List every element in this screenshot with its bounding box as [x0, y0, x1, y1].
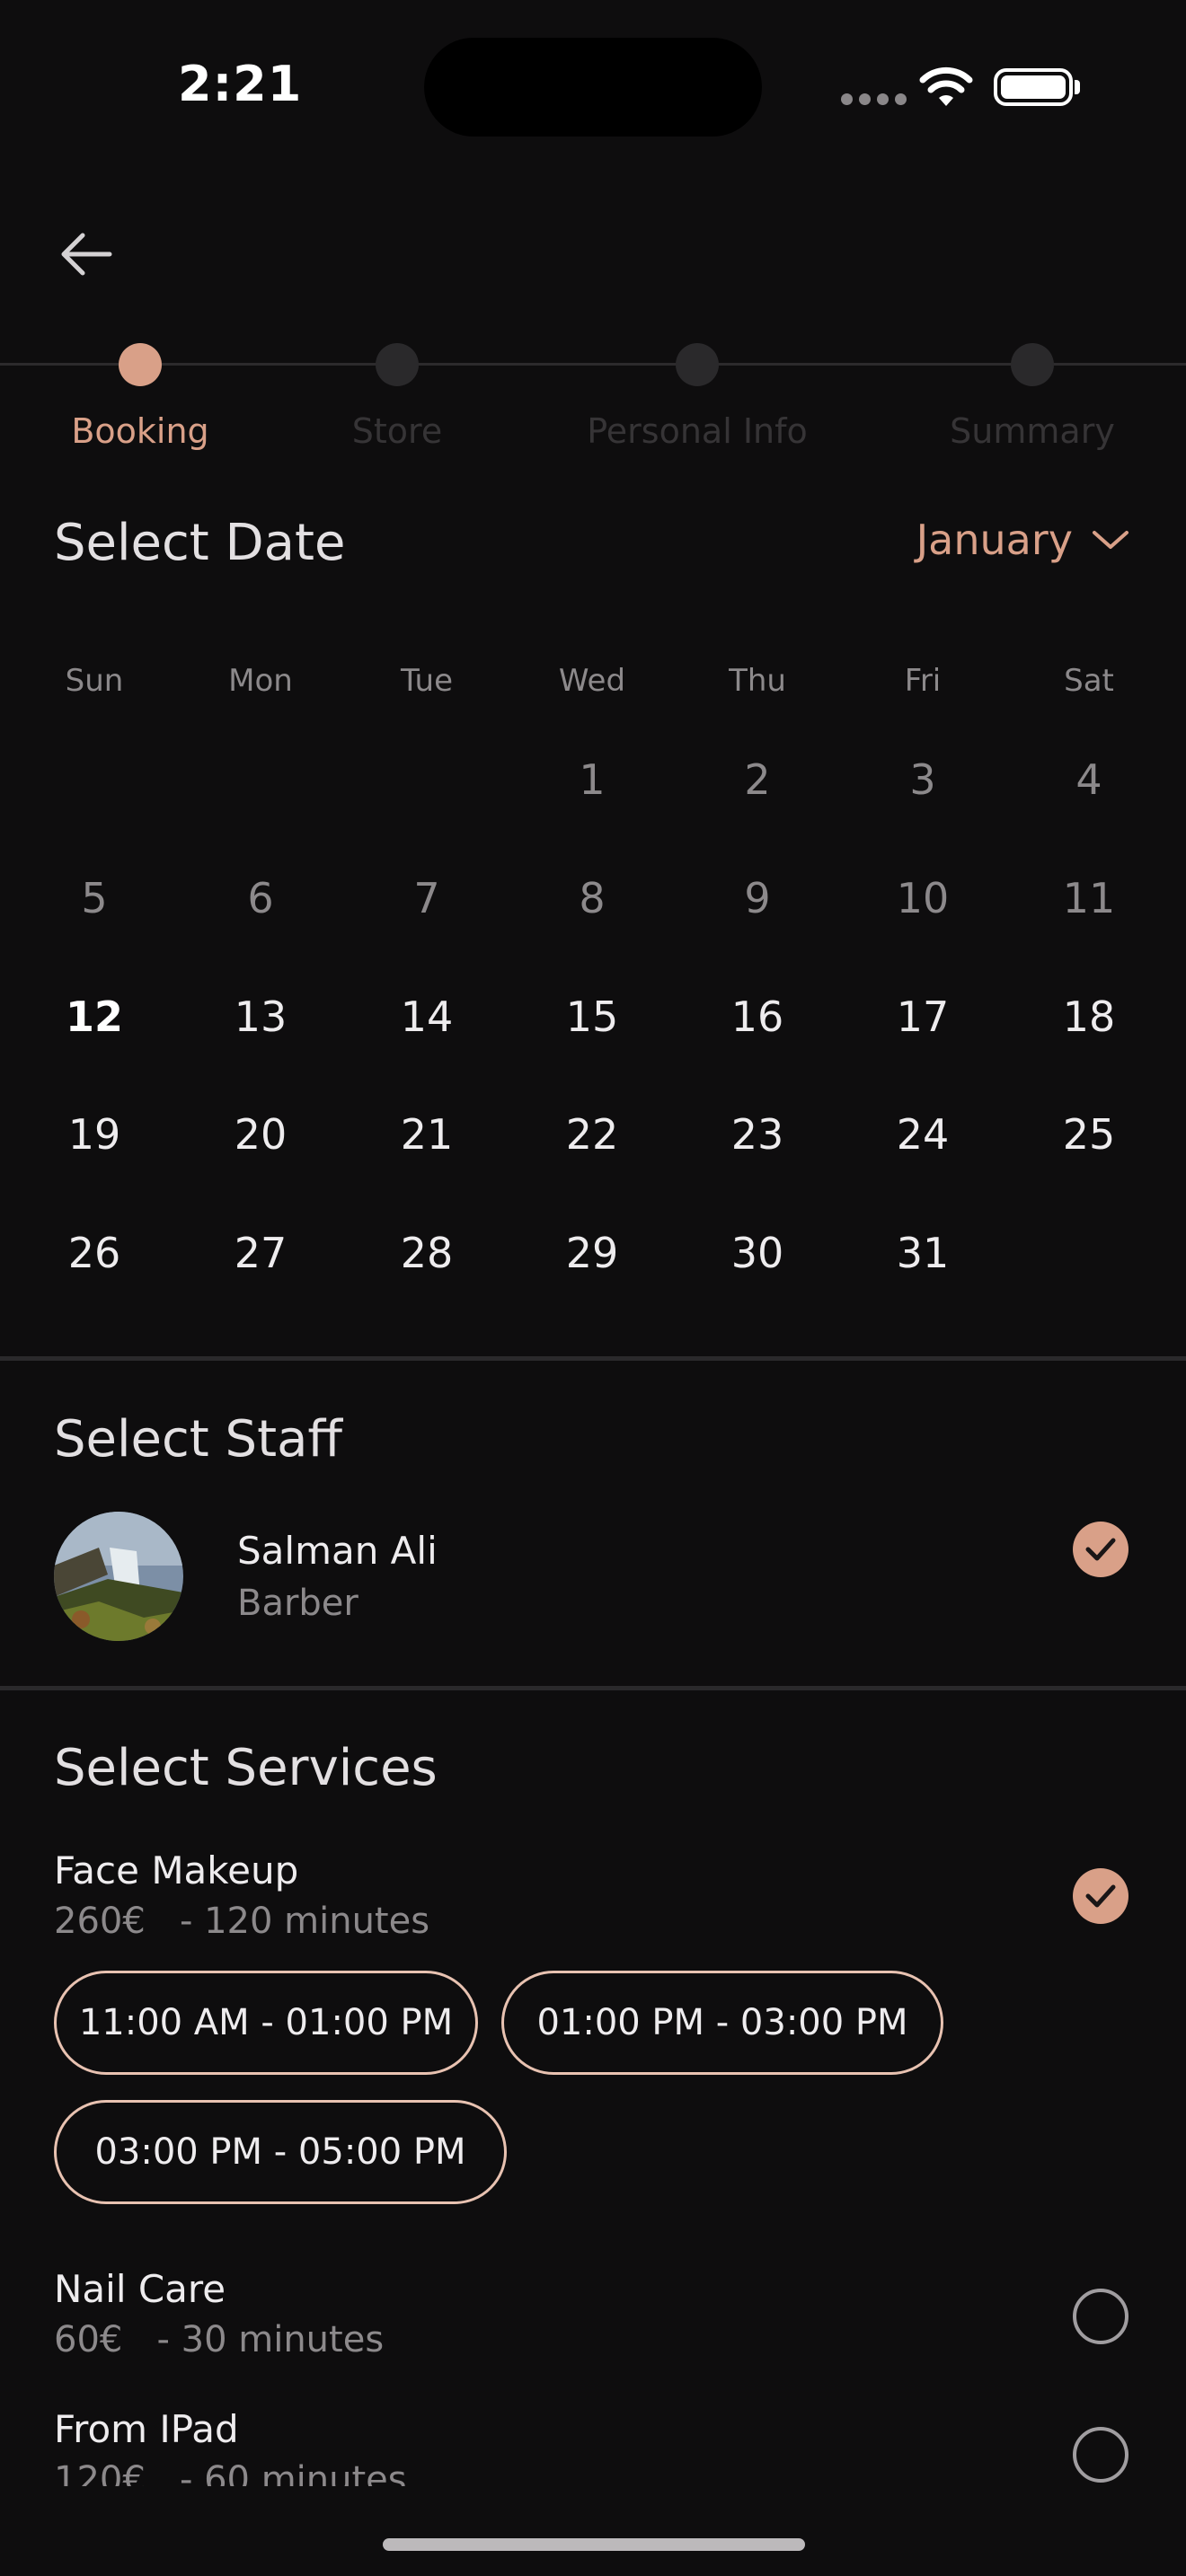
month-label: January — [916, 516, 1073, 564]
calendar-day[interactable]: 25 — [1008, 1110, 1170, 1159]
wifi-icon — [919, 66, 973, 106]
service-name-face-makeup: Face Makeup — [54, 1848, 299, 1892]
battery-tip — [1075, 80, 1080, 94]
service-meta-face-makeup: 260€ - 120 minutes — [54, 1901, 430, 1942]
weekday-label: Wed — [558, 663, 626, 699]
dynamic-island — [424, 38, 762, 137]
calendar-day[interactable]: 13 — [180, 992, 341, 1041]
arrow-left-icon[interactable] — [56, 225, 115, 284]
step-label-summary[interactable]: Summary — [880, 411, 1185, 451]
step-dot-store[interactable] — [376, 343, 419, 386]
select-services-title: Select Services — [54, 1739, 438, 1797]
step-dot-personal-info[interactable] — [676, 343, 719, 386]
chevron-down-icon — [1093, 531, 1128, 549]
calendar-day[interactable]: 10 — [842, 874, 1004, 922]
calendar-day[interactable]: 22 — [511, 1110, 673, 1159]
calendar-day[interactable]: 24 — [842, 1110, 1004, 1159]
calendar-day[interactable]: 3 — [842, 755, 1004, 804]
time-slot-button[interactable]: 01:00 PM - 03:00 PM — [501, 1971, 943, 2075]
calendar-day[interactable]: 8 — [511, 874, 673, 922]
select-date-title: Select Date — [54, 514, 346, 572]
calendar-day[interactable]: 29 — [511, 1229, 673, 1277]
home-indicator[interactable] — [383, 2538, 805, 2551]
calendar-day[interactable]: 9 — [677, 874, 838, 922]
month-dropdown[interactable]: January — [916, 516, 1130, 564]
calendar-day[interactable]: 23 — [677, 1110, 838, 1159]
calendar-day[interactable]: 16 — [677, 992, 838, 1041]
service-check-from-ipad[interactable] — [1073, 2427, 1128, 2483]
calendar-day[interactable]: 28 — [346, 1229, 508, 1277]
weekday-label: Mon — [228, 663, 293, 699]
calendar-day[interactable]: 6 — [180, 874, 341, 922]
avatar[interactable] — [54, 1512, 183, 1641]
staff-role: Barber — [237, 1583, 358, 1624]
staff-name: Salman Ali — [237, 1529, 438, 1573]
calendar-day[interactable]: 14 — [346, 992, 508, 1041]
staff-selected-check[interactable] — [1073, 1522, 1128, 1577]
calendar-day[interactable]: 31 — [842, 1229, 1004, 1277]
calendar-day[interactable]: 7 — [346, 874, 508, 922]
calendar-day-today[interactable]: 12 — [13, 992, 175, 1041]
service-item-from-ipad[interactable]: From IPad 120€ - 60 minutes — [0, 2407, 1186, 2486]
service-check-nail-care[interactable] — [1073, 2289, 1128, 2344]
section-divider — [0, 1686, 1186, 1690]
calendar-day[interactable]: 1 — [511, 755, 673, 804]
select-staff-title: Select Staff — [54, 1410, 342, 1469]
service-name-from-ipad: From IPad — [54, 2407, 239, 2451]
battery-icon — [994, 68, 1073, 106]
calendar-day[interactable]: 2 — [677, 755, 838, 804]
step-dot-booking[interactable] — [119, 343, 162, 386]
cellular-signal-icon — [841, 93, 907, 105]
check-icon — [1085, 1538, 1116, 1561]
step-label-store[interactable]: Store — [244, 411, 550, 451]
service-check-face-makeup[interactable] — [1073, 1868, 1128, 1924]
check-icon — [1085, 1884, 1116, 1908]
service-meta-nail-care: 60€ - 30 minutes — [54, 2319, 385, 2360]
weekday-label: Sun — [65, 663, 124, 699]
step-label-personal-info[interactable]: Personal Info — [544, 411, 850, 451]
weekday-label: Sat — [1064, 663, 1114, 699]
status-time: 2:21 — [178, 56, 303, 112]
calendar-day[interactable]: 5 — [13, 874, 175, 922]
section-divider — [0, 1356, 1186, 1361]
calendar-day[interactable]: 20 — [180, 1110, 341, 1159]
calendar-day[interactable]: 18 — [1008, 992, 1170, 1041]
calendar-day[interactable]: 30 — [677, 1229, 838, 1277]
calendar-day[interactable]: 17 — [842, 992, 1004, 1041]
time-slot-button[interactable]: 03:00 PM - 05:00 PM — [54, 2100, 507, 2204]
calendar-day[interactable]: 26 — [13, 1229, 175, 1277]
service-name-nail-care: Nail Care — [54, 2267, 226, 2311]
calendar-day[interactable]: 19 — [13, 1110, 175, 1159]
stepper-track — [0, 363, 1186, 366]
service-meta-from-ipad: 120€ - 60 minutes — [54, 2459, 407, 2486]
weekday-label: Fri — [904, 663, 942, 699]
calendar-day[interactable]: 4 — [1008, 755, 1170, 804]
weekday-label: Thu — [729, 663, 786, 699]
weekday-label: Tue — [400, 663, 454, 699]
calendar-day[interactable]: 21 — [346, 1110, 508, 1159]
calendar-day[interactable]: 27 — [180, 1229, 341, 1277]
calendar-day[interactable]: 11 — [1008, 874, 1170, 922]
step-dot-summary[interactable] — [1011, 343, 1054, 386]
calendar-day[interactable]: 15 — [511, 992, 673, 1041]
time-slot-button[interactable]: 11:00 AM - 01:00 PM — [54, 1971, 478, 2075]
